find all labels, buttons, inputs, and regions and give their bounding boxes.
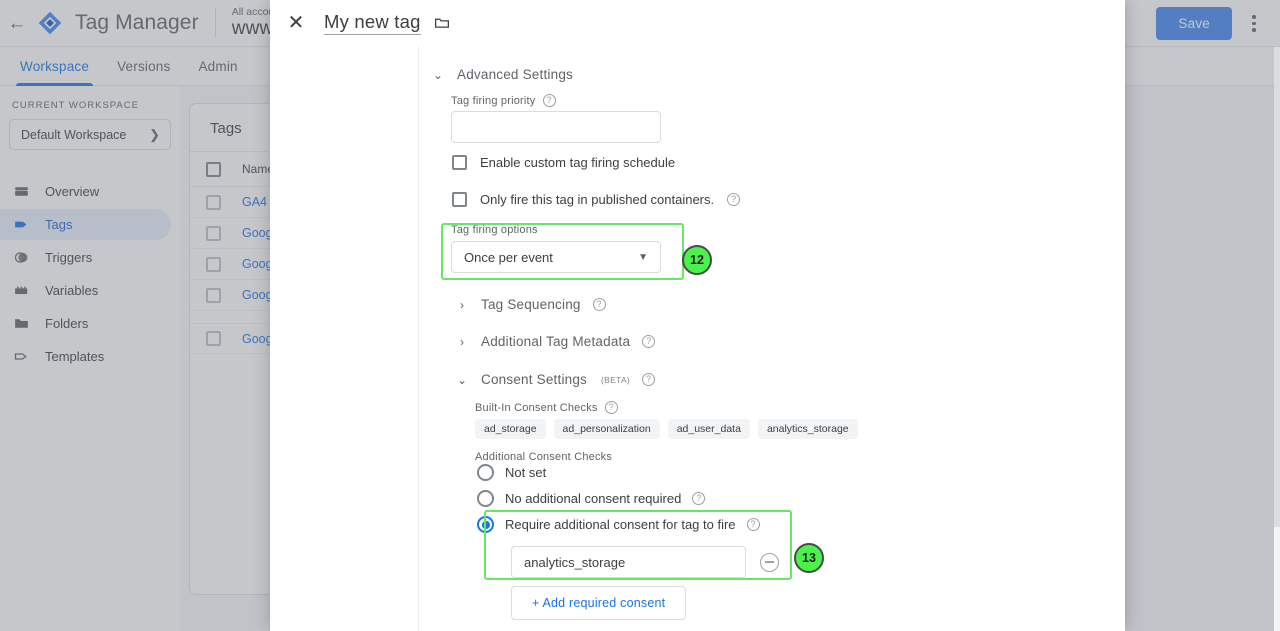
consent-settings-section-header[interactable]: ⌄ Consent Settings (BETA) ? <box>455 372 656 387</box>
required-consent-input[interactable]: analytics_storage <box>511 546 746 578</box>
required-consent-row: analytics_storage <box>511 546 779 578</box>
dialog-body: ⌄ Advanced Settings Tag firing priority … <box>270 46 1125 631</box>
help-icon[interactable]: ? <box>604 401 618 414</box>
tag-editor-dialog: ✕ My new tag ⌄ Advanced Settings Tag fir… <box>270 0 1125 631</box>
help-icon[interactable]: ? <box>642 373 656 386</box>
annotation-badge-13: 13 <box>794 543 824 573</box>
annotation-badge-12: 12 <box>682 245 712 275</box>
help-icon[interactable]: ? <box>727 193 741 206</box>
chevron-right-icon: › <box>460 297 464 312</box>
help-icon[interactable]: ? <box>542 94 556 107</box>
page-scrollbar-track[interactable] <box>1274 47 1280 631</box>
additional-consent-label: Additional Consent Checks <box>475 451 613 463</box>
tag-firing-priority-label: Tag firing priority <box>451 94 536 107</box>
chevron-right-icon: › <box>460 334 464 349</box>
radio-require-additional-consent-control[interactable] <box>477 516 494 533</box>
builtin-consent-label-row: Built-In Consent Checks ? <box>475 401 618 414</box>
tag-firing-options-value: Once per event <box>464 249 553 265</box>
published-containers-checkbox[interactable] <box>452 192 467 207</box>
published-containers-label: Only fire this tag in published containe… <box>480 192 715 207</box>
radio-no-additional-consent[interactable]: No additional consent required ? <box>477 490 706 507</box>
enable-custom-schedule-checkbox[interactable] <box>452 155 467 170</box>
published-containers-row[interactable]: Only fire this tag in published containe… <box>452 192 741 207</box>
radio-not-set[interactable]: Not set <box>477 464 546 481</box>
tag-firing-options-select[interactable]: Once per event ▼ <box>451 241 661 273</box>
close-icon[interactable]: ✕ <box>282 9 310 37</box>
radio-require-additional-consent[interactable]: Require additional consent for tag to fi… <box>477 516 760 533</box>
dialog-title-wrap: My new tag <box>324 11 451 35</box>
enable-custom-schedule-row[interactable]: Enable custom tag firing schedule <box>452 155 675 170</box>
help-icon[interactable]: ? <box>642 335 656 348</box>
dialog-header: ✕ My new tag <box>270 0 1125 46</box>
minus-circle-icon[interactable] <box>760 552 779 572</box>
enable-custom-schedule-label: Enable custom tag firing schedule <box>480 155 676 170</box>
help-icon[interactable]: ? <box>592 298 606 311</box>
tag-firing-options-label: Tag firing options <box>451 224 538 236</box>
consent-chip: ad_personalization <box>553 419 660 439</box>
additional-tag-metadata-title: Additional Tag Metadata <box>481 334 631 349</box>
tag-sequencing-section-header[interactable]: › Tag Sequencing ? <box>455 297 606 312</box>
advanced-settings-section-header[interactable]: ⌄ Advanced Settings <box>431 67 573 82</box>
additional-consent-label-row: Additional Consent Checks <box>475 447 612 465</box>
advanced-settings-title: Advanced Settings <box>457 67 573 82</box>
help-icon[interactable]: ? <box>692 492 706 505</box>
page-scrollbar-thumb[interactable] <box>1274 47 1280 527</box>
tag-name-input[interactable]: My new tag <box>324 11 421 35</box>
consent-chip: ad_storage <box>475 419 546 439</box>
radio-no-additional-consent-control[interactable] <box>477 490 494 507</box>
radio-not-set-label: Not set <box>505 465 547 480</box>
beta-label: (BETA) <box>601 374 631 385</box>
additional-tag-metadata-section-header[interactable]: › Additional Tag Metadata ? <box>455 334 656 349</box>
add-required-consent-wrap: + Add required consent <box>511 586 687 620</box>
chevron-down-icon: ▼ <box>638 251 648 263</box>
settings-panel: ⌄ Advanced Settings Tag firing priority … <box>418 46 1125 631</box>
add-required-consent-button[interactable]: + Add required consent <box>511 586 687 620</box>
builtin-consent-chips: ad_storage ad_personalization ad_user_da… <box>475 419 858 439</box>
radio-not-set-control[interactable] <box>477 464 494 481</box>
tag-firing-priority-input[interactable] <box>451 111 661 143</box>
consent-chip: analytics_storage <box>757 419 858 439</box>
radio-no-additional-consent-label: No additional consent required <box>505 491 682 506</box>
chevron-down-icon: ⌄ <box>456 372 468 387</box>
consent-settings-title: Consent Settings <box>481 372 588 387</box>
tag-firing-priority-label-row: Tag firing priority ? <box>451 94 556 107</box>
radio-require-additional-consent-label: Require additional consent for tag to fi… <box>505 517 736 532</box>
folder-icon[interactable] <box>433 14 451 32</box>
chevron-down-icon: ⌄ <box>432 67 444 82</box>
consent-chip: ad_user_data <box>667 419 750 439</box>
tag-firing-options-label-row: Tag firing options <box>451 224 538 236</box>
builtin-consent-label: Built-In Consent Checks <box>475 401 598 414</box>
help-icon[interactable]: ? <box>746 518 760 531</box>
tag-sequencing-title: Tag Sequencing <box>481 297 581 312</box>
